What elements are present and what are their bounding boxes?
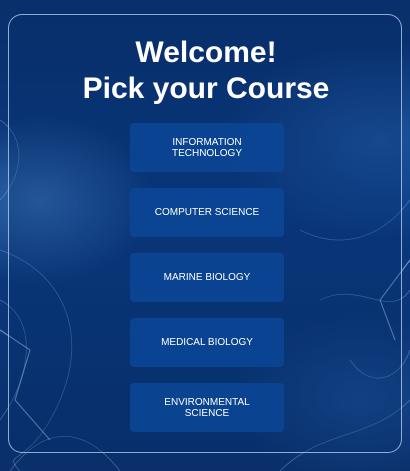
page-title: Welcome! Pick your Course <box>9 35 403 107</box>
course-button-label: MEDICAL BIOLOGY <box>161 337 253 348</box>
course-button-label: INFORMATION TECHNOLOGY <box>171 136 242 159</box>
title-line-pick-course: Pick your Course <box>82 72 330 105</box>
course-button-marine-biology[interactable]: MARINE BIOLOGY <box>130 253 284 302</box>
course-button-label: ENVIRONMENTAL SCIENCE <box>164 396 250 419</box>
course-button-computer-science[interactable]: COMPUTER SCIENCE <box>130 188 284 237</box>
course-button-medical-biology[interactable]: MEDICAL BIOLOGY <box>130 318 284 367</box>
title-line-welcome: Welcome! <box>135 36 277 69</box>
course-button-information-technology[interactable]: INFORMATION TECHNOLOGY <box>130 123 284 172</box>
course-selection-panel: Welcome! Pick your Course INFORMATION TE… <box>8 14 402 453</box>
course-button-label: COMPUTER SCIENCE <box>154 207 260 218</box>
course-button-environmental-science[interactable]: ENVIRONMENTAL SCIENCE <box>130 383 284 432</box>
course-button-label: MARINE BIOLOGY <box>163 272 251 283</box>
course-list: INFORMATION TECHNOLOGY COMPUTER SCIENCE … <box>130 123 284 448</box>
